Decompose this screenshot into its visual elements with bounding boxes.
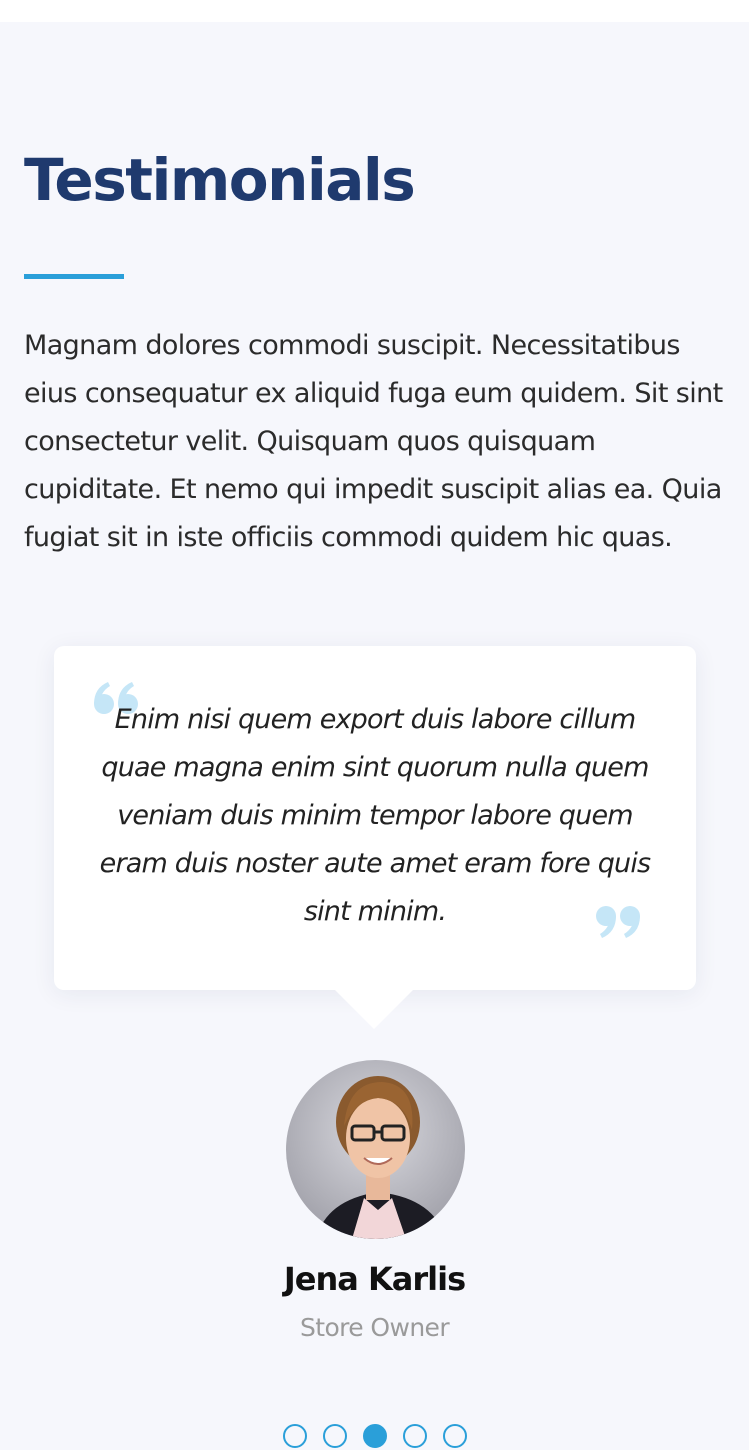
pagination-dot-1[interactable] [283,1424,307,1448]
pagination-dot-5[interactable] [443,1424,467,1448]
top-strip [0,0,749,22]
section-title: Testimonials [24,146,416,214]
pagination-dot-4[interactable] [403,1424,427,1448]
testimonial-quote: Enim nisi quem export duis labore cillum… [99,704,651,927]
title-underline [24,274,124,279]
pagination-dot-2[interactable] [323,1424,347,1448]
carousel-pagination [283,1424,467,1448]
testimonial-author-name: Jena Karlis [283,1260,466,1298]
avatar [286,1060,465,1239]
testimonial-author-role: Store Owner [299,1313,450,1342]
pagination-dot-3[interactable] [363,1424,387,1448]
testimonial-card: Enim nisi quem export duis labore cillum… [54,646,696,990]
quote-close-icon [592,904,640,945]
section-intro: Magnam dolores commodi suscipit. Necessi… [24,330,723,553]
testimonial-card-pointer [334,989,414,1029]
person-photo-icon [286,1060,465,1239]
